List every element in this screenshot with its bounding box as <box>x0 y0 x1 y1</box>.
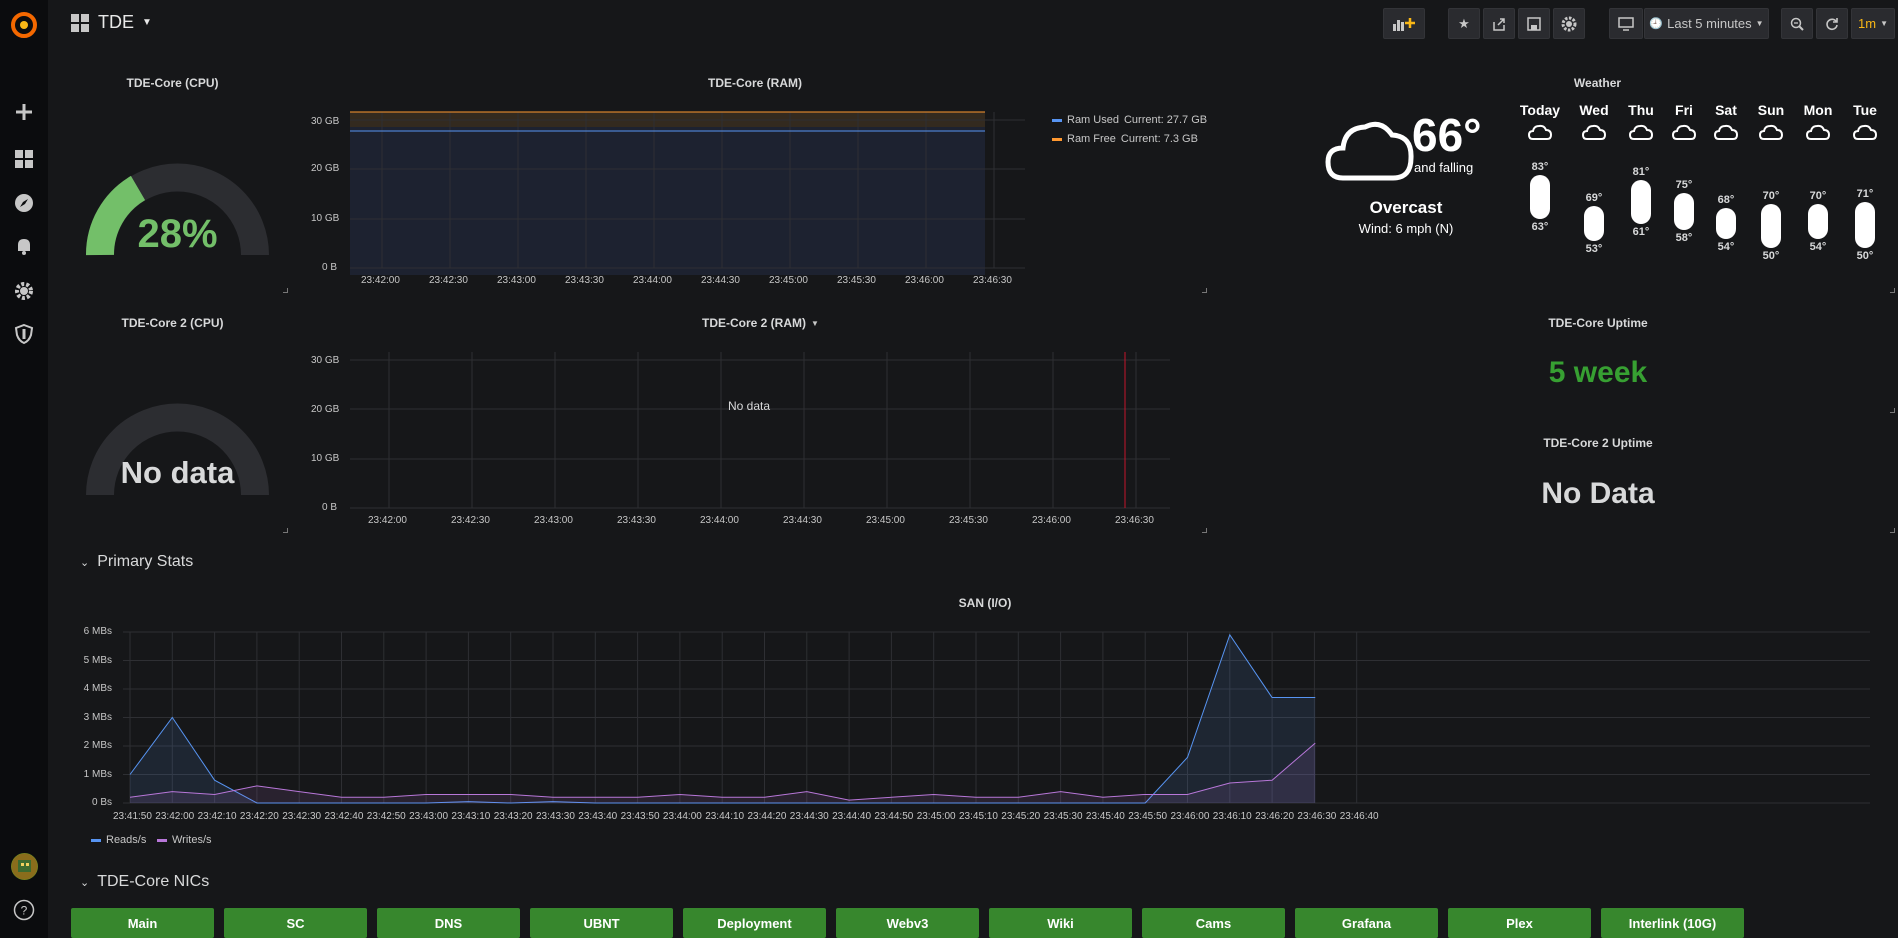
x-tick: 23:43:10 <box>451 811 491 822</box>
x-tick: 23:45:40 <box>1085 811 1125 822</box>
row-tde-core-nics[interactable]: ⌄ TDE-Core NICs <box>80 873 209 891</box>
nic-button-dns[interactable]: DNS <box>377 908 520 938</box>
x-tick: 23:44:20 <box>747 811 787 822</box>
x-tick: 23:45:00 <box>916 811 956 822</box>
nic-button-webv3[interactable]: Webv3 <box>836 908 979 938</box>
chevron-down-icon: ⌄ <box>80 876 90 889</box>
x-tick: 23:42:50 <box>366 811 406 822</box>
x-tick: 23:45:20 <box>1001 811 1041 822</box>
y-tick: 2 MBs <box>83 740 112 751</box>
x-tick: 23:44:00 <box>662 811 702 822</box>
nic-button-cams[interactable]: Cams <box>1142 908 1285 938</box>
nic-button-plex[interactable]: Plex <box>1448 908 1591 938</box>
x-tick: 23:43:50 <box>620 811 660 822</box>
legend-swatch <box>91 838 101 842</box>
nic-button-sc[interactable]: SC <box>224 908 367 938</box>
row-title-label: TDE-Core NICs <box>97 873 210 890</box>
x-tick: 23:45:50 <box>1128 811 1168 822</box>
y-tick: 5 MBs <box>83 654 112 666</box>
x-tick: 23:42:30 <box>282 811 322 822</box>
x-tick: 23:43:00 <box>409 811 449 822</box>
y-tick: 0 Bs <box>91 797 112 808</box>
nic-button-main[interactable]: Main <box>71 908 214 938</box>
x-tick: 23:42:40 <box>324 811 364 822</box>
nic-button-grafana[interactable]: Grafana <box>1295 908 1438 938</box>
x-tick: 23:44:50 <box>874 811 914 822</box>
dashboard-root: ? TDE ▼ ★ 🕘 Last 5 minutes ▼ 1m ▼ TDE-Co… <box>0 0 1898 938</box>
x-tick: 23:46:10 <box>1212 811 1252 822</box>
legend-writes[interactable]: Writes/s <box>157 834 212 846</box>
x-tick: 23:46:40 <box>1339 811 1379 822</box>
x-tick: 23:42:20 <box>239 811 279 822</box>
x-tick: 23:44:30 <box>789 811 829 822</box>
nic-button-ubnt[interactable]: UBNT <box>530 908 673 938</box>
x-tick: 23:41:50 <box>113 811 152 822</box>
x-tick: 23:43:20 <box>493 811 533 822</box>
x-tick: 23:46:00 <box>1170 811 1210 822</box>
x-tick: 23:46:30 <box>1297 811 1337 822</box>
san-io-graph <box>123 631 1870 804</box>
x-tick: 23:45:30 <box>1043 811 1083 822</box>
x-tick: 23:44:10 <box>705 811 745 822</box>
legend-label: Reads/s <box>106 834 147 846</box>
nic-button-interlink-10g[interactable]: Interlink (10G) <box>1601 908 1744 938</box>
x-tick: 23:46:20 <box>1255 811 1295 822</box>
x-tick: 23:44:40 <box>832 811 872 822</box>
y-tick: 3 MBs <box>83 711 112 723</box>
nic-button-deployment[interactable]: Deployment <box>683 908 826 938</box>
x-tick: 23:43:40 <box>578 811 618 822</box>
legend-swatch <box>157 838 167 842</box>
x-tick: 23:42:10 <box>197 811 237 822</box>
x-tick: 23:45:10 <box>959 811 998 822</box>
y-tick: 1 MBs <box>83 768 112 780</box>
y-tick: 6 MBs <box>83 626 112 637</box>
legend-label: Writes/s <box>172 834 212 846</box>
x-tick: 23:43:30 <box>536 811 575 822</box>
nic-button-wiki[interactable]: Wiki <box>989 908 1132 938</box>
legend-reads[interactable]: Reads/s <box>91 834 146 846</box>
y-tick: 4 MBs <box>83 683 112 694</box>
x-tick: 23:42:00 <box>155 811 195 822</box>
